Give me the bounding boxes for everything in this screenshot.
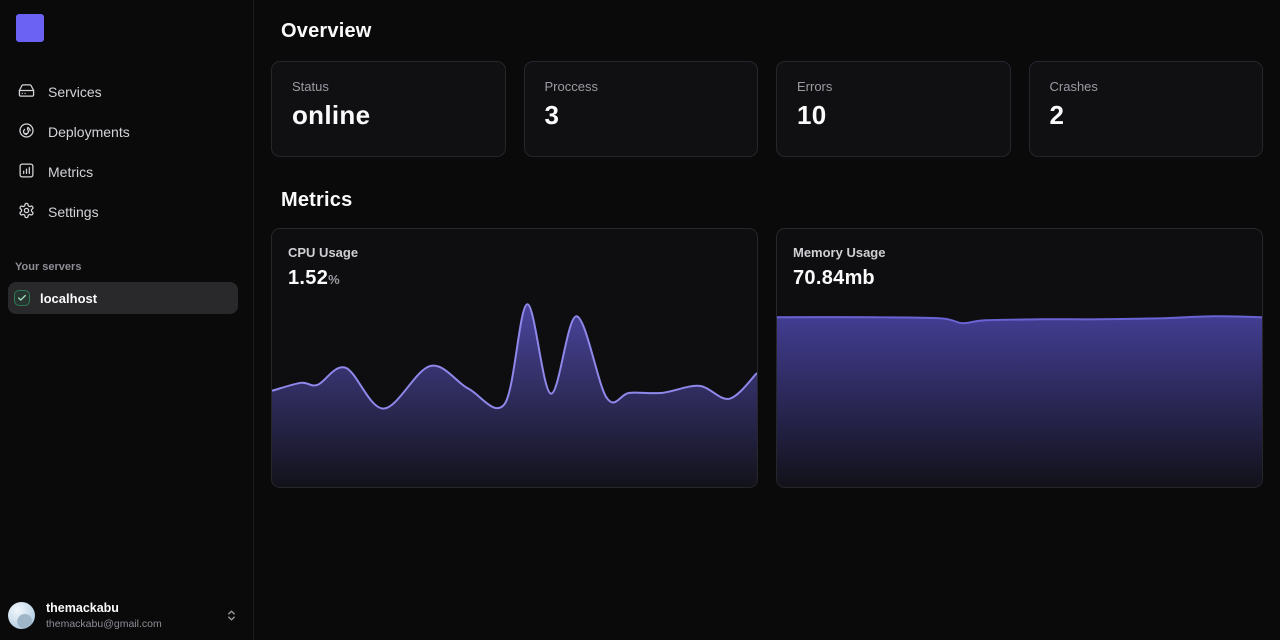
stat-label: Crashes: [1050, 79, 1243, 94]
stat-card-process: Proccess 3: [524, 61, 759, 157]
chart-value: 1.52: [288, 267, 328, 290]
hard-drive-icon: [18, 82, 35, 102]
stat-value: 2: [1050, 100, 1243, 131]
chart-header: CPU Usage 1.52 %: [288, 245, 358, 290]
sidebar-nav: Services Deployments Metr: [0, 72, 253, 232]
chevrons-up-down-icon[interactable]: [225, 609, 238, 622]
chart-value-row: 70.84 mb: [793, 267, 885, 290]
gear-icon: [18, 202, 35, 222]
sidebar-item-services[interactable]: Services: [0, 72, 253, 112]
stat-value: 3: [545, 100, 738, 131]
sidebar-item-settings[interactable]: Settings: [0, 192, 253, 232]
user-menu[interactable]: themackabu themackabu@gmail.com: [0, 601, 253, 630]
overview-title: Overview: [281, 17, 1263, 45]
app-logo: [16, 14, 44, 42]
avatar: [8, 602, 35, 629]
chart-unit: %: [328, 272, 340, 287]
user-email: themackabu@gmail.com: [46, 618, 214, 630]
sidebar-spacer: [0, 314, 253, 601]
main-content: Overview Status online Proccess 3 Errors…: [254, 0, 1280, 640]
sidebar-item-label: Services: [48, 84, 102, 100]
stat-value: 10: [797, 100, 990, 131]
server-item-localhost[interactable]: localhost: [8, 282, 238, 314]
bar-chart-icon: [18, 162, 35, 182]
chart-unit: mb: [845, 267, 875, 290]
chart-value: 70.84: [793, 267, 845, 290]
stat-label: Errors: [797, 79, 990, 94]
memory-usage-chart-card: Memory Usage 70.84 mb: [776, 228, 1263, 488]
stat-card-crashes: Crashes 2: [1029, 61, 1264, 157]
sidebar-item-label: Metrics: [48, 164, 93, 180]
sidebar-item-metrics[interactable]: Metrics: [0, 152, 253, 192]
sidebar-item-deployments[interactable]: Deployments: [0, 112, 253, 152]
stat-card-errors: Errors 10: [776, 61, 1011, 157]
user-name: themackabu: [46, 601, 214, 615]
sidebar-item-label: Settings: [48, 204, 99, 220]
servers-section-label: Your servers: [15, 261, 253, 273]
metrics-title: Metrics: [281, 186, 1263, 214]
server-name: localhost: [40, 291, 97, 306]
stat-card-status: Status online: [271, 61, 506, 157]
stat-label: Status: [292, 79, 485, 94]
user-meta: themackabu themackabu@gmail.com: [46, 601, 214, 630]
sidebar: Services Deployments Metr: [0, 0, 254, 640]
check-icon: [14, 290, 30, 306]
flame-icon: [18, 122, 35, 142]
chart-value-row: 1.52 %: [288, 267, 358, 290]
chart-title: Memory Usage: [793, 245, 885, 260]
chart-header: Memory Usage 70.84 mb: [793, 245, 885, 290]
sidebar-item-label: Deployments: [48, 124, 130, 140]
stats-grid: Status online Proccess 3 Errors 10 Crash…: [271, 61, 1263, 157]
stat-value: online: [292, 100, 485, 131]
stat-label: Proccess: [545, 79, 738, 94]
charts-grid: CPU Usage 1.52 % Memory Usage 70.84 mb: [271, 228, 1263, 488]
chart-title: CPU Usage: [288, 245, 358, 260]
cpu-usage-chart-card: CPU Usage 1.52 %: [271, 228, 758, 488]
